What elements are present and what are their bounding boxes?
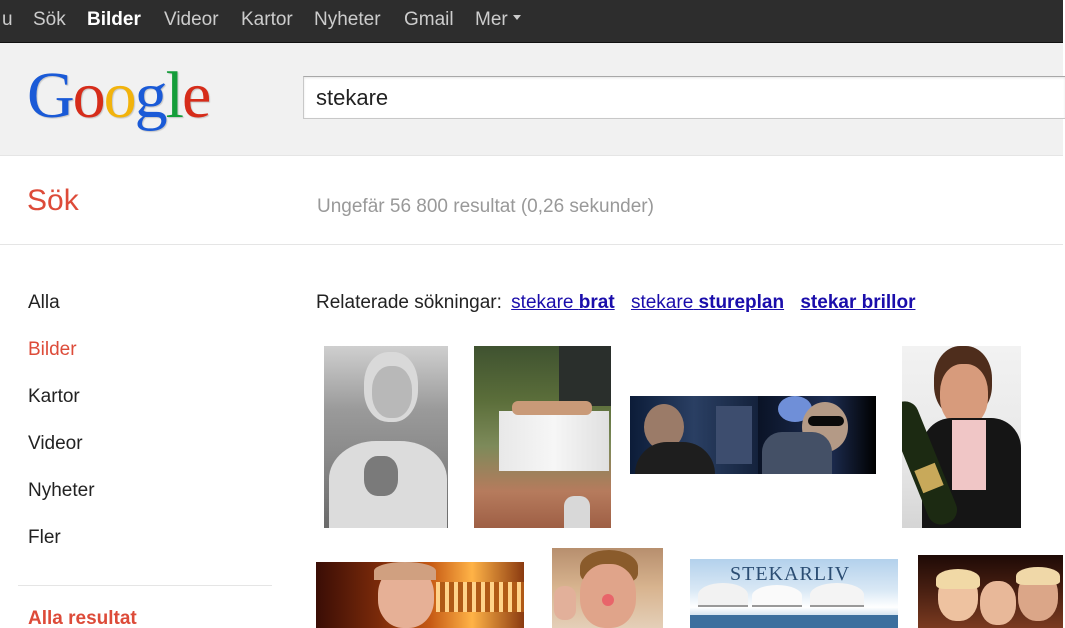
nav-item-fler[interactable]: Fler — [28, 527, 61, 549]
google-image-results-page: u Sök Bilder Videor Kartor Nyheter Gmail… — [0, 0, 1065, 628]
image-detail — [752, 585, 802, 607]
nav-item-bilder[interactable]: Bilder — [28, 339, 77, 361]
related-link-stekar-brillor[interactable]: stekar brillor — [800, 292, 915, 313]
logo-letter: l — [165, 59, 184, 132]
image-detail — [1016, 567, 1060, 585]
topbar-item-mer[interactable]: Mer — [475, 9, 521, 31]
section-title: Sök — [27, 184, 79, 217]
nav-item-videor[interactable]: Videor — [28, 433, 83, 455]
image-detail — [512, 401, 592, 415]
image-detail — [762, 432, 832, 474]
image-detail — [554, 586, 576, 620]
image-result[interactable]: STEKARLIV — [690, 559, 898, 628]
image-detail — [936, 569, 980, 589]
logo-letter: e — [182, 59, 211, 132]
related-link-stekare-brat[interactable]: stekare brat — [511, 292, 615, 313]
search-box[interactable] — [303, 76, 1065, 119]
image-detail — [690, 615, 898, 628]
image-detail — [940, 364, 988, 426]
nav-item-kartor[interactable]: Kartor — [28, 386, 80, 408]
image-result[interactable] — [324, 346, 448, 528]
related-link-plain: stekare — [511, 292, 574, 313]
logo-letter: g — [134, 59, 168, 132]
image-detail — [564, 496, 590, 528]
image-detail — [952, 420, 986, 490]
topbar-item-videor[interactable]: Videor — [164, 9, 219, 31]
filter-all-results[interactable]: Alla resultat — [28, 608, 137, 628]
image-result[interactable] — [918, 555, 1063, 628]
image-detail — [374, 562, 436, 580]
image-detail — [635, 442, 715, 474]
related-link-bold: stureplan — [698, 292, 785, 313]
logo-letter: o — [72, 59, 106, 132]
image-detail — [602, 594, 614, 606]
image-detail — [698, 583, 748, 607]
google-logo[interactable]: Google — [27, 59, 211, 132]
result-stats: Ungefär 56 800 resultat (0,26 sekunder) — [317, 196, 654, 217]
image-detail — [372, 366, 412, 418]
image-result[interactable] — [474, 346, 611, 528]
topbar-item-gmail[interactable]: Gmail — [404, 9, 454, 31]
image-result[interactable] — [758, 396, 876, 474]
nav-item-alla[interactable]: Alla — [28, 292, 60, 314]
related-link-stekare-stureplan[interactable]: stekare stureplan — [631, 292, 784, 313]
image-detail — [559, 346, 611, 406]
topbar-item-bilder[interactable]: Bilder — [87, 9, 141, 31]
image-detail — [364, 456, 398, 496]
image-result[interactable] — [552, 548, 663, 628]
image-result[interactable] — [630, 396, 758, 474]
search-header: Google — [0, 43, 1065, 156]
image-detail — [499, 411, 609, 471]
image-detail — [810, 583, 864, 607]
image-detail — [436, 582, 524, 612]
related-link-plain: stekare — [630, 292, 694, 313]
search-input[interactable] — [316, 85, 1016, 111]
nav-divider — [18, 585, 272, 586]
topbar-item-kartor[interactable]: Kartor — [241, 9, 293, 31]
related-searches: Relaterade sökningar: stekare brat steka… — [316, 292, 915, 314]
topbar-item-nyheter[interactable]: Nyheter — [314, 9, 381, 31]
image-detail — [808, 416, 844, 426]
related-searches-label: Relaterade sökningar: — [316, 292, 502, 313]
topbar-item-u[interactable]: u — [2, 9, 13, 31]
image-detail — [980, 581, 1016, 625]
nav-item-nyheter[interactable]: Nyheter — [28, 480, 95, 502]
related-link-bold: stekar brillor — [800, 292, 916, 313]
top-navigation-bar: u Sök Bilder Videor Kartor Nyheter Gmail… — [0, 0, 1063, 43]
related-link-bold: brat — [578, 292, 615, 313]
image-result[interactable] — [316, 562, 524, 628]
logo-letter: o — [103, 59, 137, 132]
logo-letter: G — [27, 59, 75, 132]
caret-down-icon — [512, 15, 521, 21]
results-subheader: Sök Ungefär 56 800 resultat (0,26 sekund… — [0, 156, 1063, 245]
image-detail — [716, 406, 752, 464]
topbar-item-sok[interactable]: Sök — [33, 9, 66, 31]
image-result[interactable] — [902, 346, 1021, 528]
topbar-item-mer-label: Mer — [475, 9, 508, 30]
